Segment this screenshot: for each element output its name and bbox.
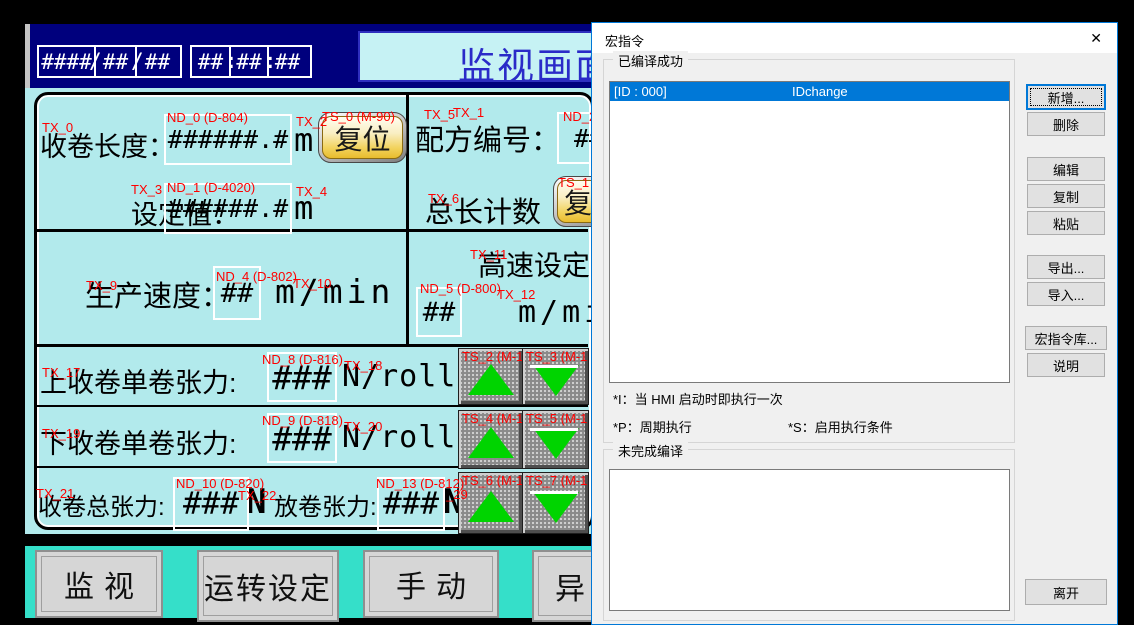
- total-tension-increase-button[interactable]: TS_6 (M-1: [458, 472, 523, 534]
- nav-button-monitor[interactable]: 监视: [35, 550, 163, 618]
- uncompiled-macro-list[interactable]: [609, 469, 1010, 611]
- tag-tx19: TX_19: [42, 427, 80, 441]
- divider-h3: [37, 405, 588, 407]
- paste-button[interactable]: 粘贴: [1027, 211, 1105, 235]
- nav-button-manual[interactable]: 手动: [363, 550, 499, 618]
- total-increase-tag: TS_6 (M-1: [462, 474, 523, 488]
- down-arrow-highlight: [530, 428, 578, 431]
- date-slash-1: /: [89, 49, 102, 73]
- up-arrow-icon: [468, 491, 514, 522]
- tag-tx21: TX_21: [36, 487, 74, 501]
- nav-button-run-setting[interactable]: 运转设定: [197, 550, 339, 622]
- dialog-title: 宏指令: [605, 31, 644, 50]
- tag-tx1: TX_1: [453, 106, 484, 120]
- tag-nd8: ND_8 (D-816): [262, 353, 343, 367]
- tag-tx10: TX_10: [293, 277, 331, 291]
- tag-frag29: _29: [446, 488, 468, 502]
- macro-list-item[interactable]: [ID : 000] IDchange: [610, 82, 1009, 101]
- down-arrow-highlight: [530, 491, 578, 494]
- tag-nd5: ND_5 (D-800): [420, 282, 501, 296]
- divider-h2: [37, 344, 588, 347]
- uncompiled-group-label: 未完成编译: [613, 441, 688, 460]
- export-button[interactable]: 导出...: [1027, 255, 1105, 279]
- recipe-number-label: 配方编号：: [415, 117, 560, 159]
- screen-title: 监视画面: [458, 36, 593, 82]
- compiled-group-label: 已编译成功: [613, 51, 688, 70]
- tag-tx6: TX_6: [428, 192, 459, 206]
- time-display[interactable]: ## ## ## : :: [190, 45, 312, 78]
- time-colon-2: :: [264, 49, 277, 73]
- total-tension-decrease-button[interactable]: TS_7 (M-1: [522, 472, 589, 534]
- down-arrow-icon: [533, 428, 579, 459]
- up-arrow-icon: [468, 364, 514, 395]
- upper-tension-increase-button[interactable]: TS_2 (M-1: [458, 348, 523, 405]
- edit-button[interactable]: 编辑: [1027, 157, 1105, 181]
- new-button[interactable]: 新增...: [1027, 85, 1105, 109]
- tag-tx17: TX_17: [42, 366, 80, 380]
- total-decrease-tag: TS_7 (M-1: [526, 474, 587, 488]
- lower-increase-tag: TS_4 (M-1: [462, 412, 523, 426]
- tag-tx5: TX_5: [424, 108, 455, 122]
- tag-tx0: TX_0: [42, 121, 73, 135]
- tag-tx3: TX_3: [131, 183, 162, 197]
- macro-id: [ID : 000]: [614, 82, 667, 101]
- upper-increase-tag: TS_2 (M-1: [462, 350, 523, 364]
- import-button[interactable]: 导入...: [1027, 282, 1105, 306]
- tag-tx4: TX_4: [296, 185, 327, 199]
- macro-dialog: 宏指令 ✕ 已编译成功 [ID : 000] IDchange *I：当 HMI…: [591, 22, 1118, 625]
- tag-nd9: ND_9 (D-818): [262, 414, 343, 428]
- screen-title-box: 监视画面: [358, 31, 593, 82]
- tag-nd0: ND_0 (D-804): [167, 111, 248, 125]
- macro-name: IDchange: [792, 82, 848, 101]
- tag-nd4: ND_4 (D-802): [216, 270, 297, 284]
- tag-ts1: TS_1: [558, 176, 589, 190]
- upper-tension-decrease-button[interactable]: TS_3 (M-1: [522, 348, 589, 405]
- compiled-macro-list[interactable]: [ID : 000] IDchange: [609, 81, 1010, 383]
- close-icon[interactable]: ✕: [1090, 30, 1102, 47]
- tag-tx18: TX_18: [344, 359, 382, 373]
- lower-decrease-tag: TS_5 (M-1: [526, 412, 587, 426]
- date-year: ####: [39, 47, 96, 76]
- upper-decrease-tag: TS_3 (M-1: [526, 350, 587, 364]
- tag-ts0: TS_0 (M-90): [322, 110, 395, 124]
- app-root: #### ## ## / / ## ## ## : : 监视画面 收卷长度： #…: [0, 0, 1134, 625]
- tag-tx22: TX_22: [238, 489, 276, 503]
- exit-button[interactable]: 离开: [1025, 579, 1107, 605]
- down-arrow-icon: [533, 365, 579, 396]
- macro-library-button[interactable]: 宏指令库...: [1025, 326, 1107, 350]
- dialog-titlebar[interactable]: 宏指令 ✕: [592, 23, 1117, 53]
- down-arrow-highlight: [530, 365, 578, 368]
- note-condition-run: *S：启用执行条件: [788, 417, 893, 436]
- note-initial-run: *I：当 HMI 启动时即执行一次: [613, 389, 783, 408]
- lower-tension-decrease-button[interactable]: TS_5 (M-1: [522, 410, 589, 469]
- time-colon-1: :: [225, 49, 238, 73]
- date-slash-2: /: [131, 49, 144, 73]
- copy-button[interactable]: 复制: [1027, 184, 1105, 208]
- tag-tx20: TX_20: [344, 420, 382, 434]
- note-periodic-run: *P：周期执行: [613, 417, 692, 436]
- down-arrow-icon: [533, 492, 579, 523]
- unwind-tension-label: 放卷张力:: [274, 487, 377, 522]
- tag-tx12: TX_12: [497, 288, 535, 302]
- tag-tx9: TX_9: [86, 279, 117, 293]
- tag-nd1: ND_1 (D-4020): [167, 181, 255, 195]
- up-arrow-icon: [468, 427, 514, 458]
- date-display[interactable]: #### ## ## / /: [37, 45, 182, 78]
- lower-tension-increase-button[interactable]: TS_4 (M-1: [458, 410, 523, 469]
- tag-tx11: TX_11: [470, 248, 507, 262]
- help-button[interactable]: 说明: [1027, 353, 1105, 377]
- delete-button[interactable]: 删除: [1027, 112, 1105, 136]
